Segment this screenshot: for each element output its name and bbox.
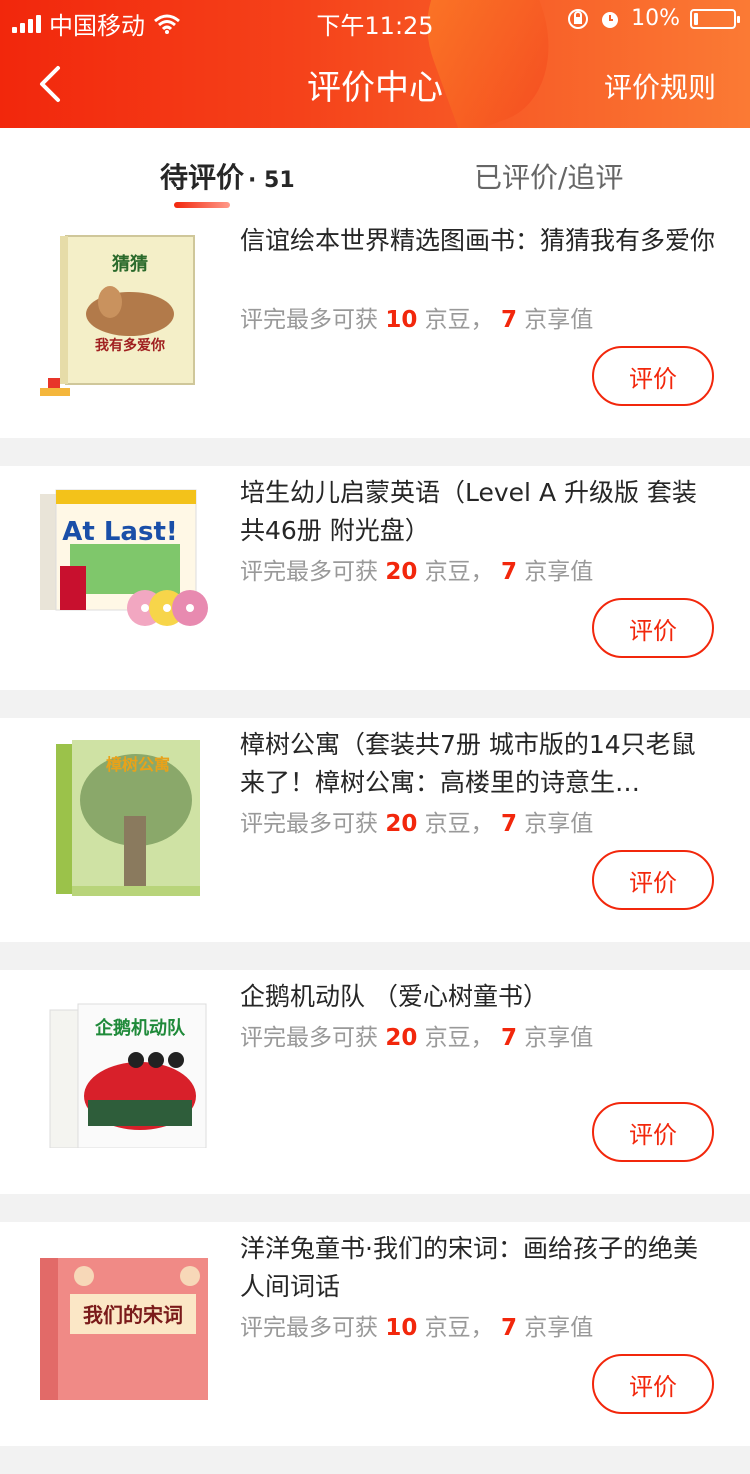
reward-value-unit: 京享值 [524, 307, 594, 333]
tab-reviewed[interactable]: 已评价/追评 [474, 156, 623, 196]
reward-beans: 20 [385, 1025, 418, 1051]
reward-value: 7 [500, 559, 517, 585]
nav-bar: 评价中心 评价规则 [0, 40, 750, 128]
reward-value-unit: 京享值 [524, 559, 594, 585]
product-name[interactable]: 洋洋兔童书·我们的宋词：画给孩子的绝美人间词话 [240, 1230, 720, 1306]
reward-value-unit: 京享值 [524, 1315, 594, 1341]
reward-bean-unit: 京豆， [424, 307, 494, 333]
review-button[interactable]: 评价 [592, 598, 714, 658]
review-button[interactable]: 评价 [592, 850, 714, 910]
header: 中国移动 下午11:25 10% 评价中心 评价规则 [0, 0, 750, 128]
reward-bean-unit: 京豆， [424, 811, 494, 837]
svg-text:我有多爱你: 我有多爱你 [95, 337, 165, 354]
svg-text:我们的宋词: 我们的宋词 [83, 1303, 183, 1327]
active-tab-indicator [174, 202, 230, 208]
review-button[interactable]: 评价 [592, 346, 714, 406]
product-name[interactable]: 企鹅机动队 （爱心树童书） [240, 978, 720, 1016]
reward-text: 评完最多可获 20 京豆， 7 京享值 [240, 552, 593, 586]
reward-text: 评完最多可获 20 京豆， 7 京享值 [240, 804, 593, 838]
product-cover-image[interactable]: At Last! [40, 484, 210, 644]
reward-value: 7 [500, 307, 517, 333]
reward-beans: 20 [385, 559, 418, 585]
reward-prefix: 评完最多可获 [240, 1315, 378, 1341]
reward-beans: 10 [385, 1315, 418, 1341]
gift-badge-icon [40, 378, 70, 396]
product-name[interactable]: 樟树公寓（套装共7册 城市版的14只老鼠来了！樟树公寓：高楼里的诗意生… [240, 726, 720, 802]
product-cover-image[interactable]: 樟树公寓 [40, 736, 210, 896]
rotation-lock-icon [568, 8, 589, 29]
tab-pending-label: 待评价 [160, 161, 245, 194]
list-item: 企鹅机动队 企鹅机动队 （爱心树童书） 评完最多可获 20 京豆， 7 京享值 … [0, 970, 750, 1194]
reward-beans: 10 [385, 307, 418, 333]
cover-title: At Last! [62, 517, 177, 547]
reward-text: 评完最多可获 10 京豆， 7 京享值 [240, 1308, 593, 1342]
reward-bean-unit: 京豆， [424, 1315, 494, 1341]
list-item: 猜猜 我有多爱你 信谊绘本世界精选图画书：猜猜我有多爱你 评完最多可获 10 京… [0, 214, 750, 438]
reward-value-unit: 京享值 [524, 1025, 594, 1051]
reward-value-unit: 京享值 [524, 811, 594, 837]
list-item: 樟树公寓 樟树公寓（套装共7册 城市版的14只老鼠来了！樟树公寓：高楼里的诗意生… [0, 718, 750, 942]
list-item: 我们的宋词 洋洋兔童书·我们的宋词：画给孩子的绝美人间词话 评完最多可获 10 … [0, 1222, 750, 1446]
svg-text:樟树公寓: 樟树公寓 [106, 755, 170, 774]
tab-bar: 待评价 · 51 已评价/追评 [0, 128, 750, 214]
product-name[interactable]: 培生幼儿启蒙英语（Level A 升级版 套装共46册 附光盘） [240, 474, 720, 550]
reward-bean-unit: 京豆， [424, 559, 494, 585]
svg-text:企鹅机动队: 企鹅机动队 [94, 1017, 186, 1039]
alarm-icon [602, 11, 619, 28]
status-bar: 中国移动 下午11:25 10% [0, 0, 750, 40]
reward-prefix: 评完最多可获 [240, 811, 378, 837]
product-cover-image[interactable]: 猜猜 我有多爱你 [40, 232, 210, 392]
reward-prefix: 评完最多可获 [240, 559, 378, 585]
tab-pending[interactable]: 待评价 · 51 [160, 156, 295, 196]
reward-value: 7 [500, 811, 517, 837]
reward-value: 7 [500, 1315, 517, 1341]
product-list: 猜猜 我有多爱你 信谊绘本世界精选图画书：猜猜我有多爱你 评完最多可获 10 京… [0, 214, 750, 1474]
reward-beans: 20 [385, 811, 418, 837]
tab-pending-count: · 51 [248, 168, 295, 193]
review-button[interactable]: 评价 [592, 1102, 714, 1162]
reward-text: 评完最多可获 20 京豆， 7 京享值 [240, 1018, 593, 1052]
reward-value: 7 [500, 1025, 517, 1051]
product-cover-image[interactable]: 企鹅机动队 [40, 988, 210, 1148]
reward-prefix: 评完最多可获 [240, 1025, 378, 1051]
reward-text: 评完最多可获 10 京豆， 7 京享值 [240, 300, 593, 334]
svg-text:猜猜: 猜猜 [111, 254, 148, 275]
reward-prefix: 评完最多可获 [240, 307, 378, 333]
reward-bean-unit: 京豆， [424, 1025, 494, 1051]
battery-percent: 10% [631, 6, 680, 31]
rules-link[interactable]: 评价规则 [604, 66, 716, 106]
product-name[interactable]: 信谊绘本世界精选图画书：猜猜我有多爱你 [240, 222, 720, 260]
review-button[interactable]: 评价 [592, 1354, 714, 1414]
product-cover-image[interactable]: 我们的宋词 [40, 1240, 210, 1400]
list-item: At Last! 培生幼儿启蒙英语（Level A 升级版 套装共46册 附光盘… [0, 466, 750, 690]
battery-icon [690, 8, 740, 29]
